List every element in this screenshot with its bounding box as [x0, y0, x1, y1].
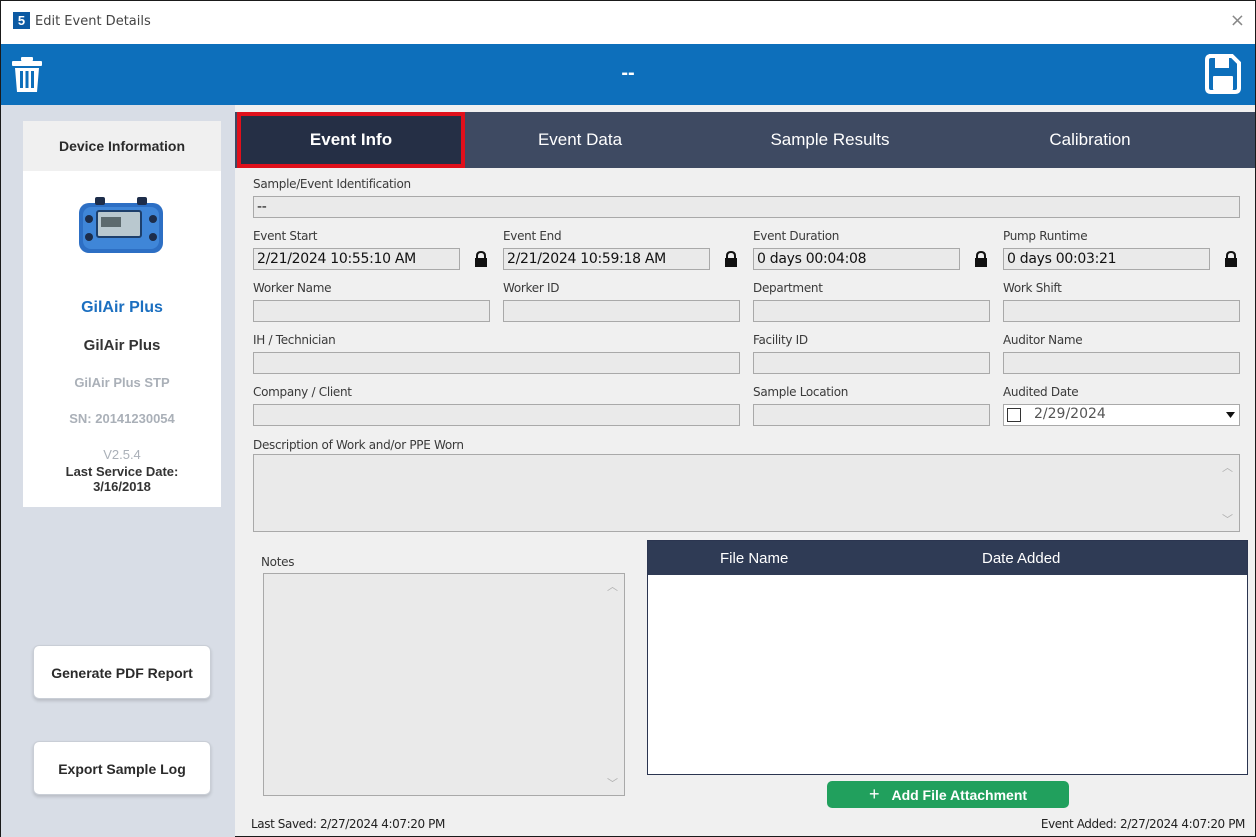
event-added: Event Added: 2/27/2024 4:07:20 PM	[1040, 817, 1245, 831]
file-table-header: File Name Date Added	[648, 541, 1247, 575]
dropdown-arrow-icon[interactable]	[1226, 412, 1235, 418]
audited-date-picker[interactable]: 2/29/2024	[1003, 404, 1240, 426]
worker-id-field[interactable]	[503, 300, 740, 322]
work-shift-label: Work Shift	[1003, 281, 1062, 295]
sample-id-field[interactable]: --	[253, 196, 1240, 218]
description-textarea[interactable]: ︿ ﹀	[253, 454, 1240, 532]
auditor-name-label: Auditor Name	[1003, 333, 1083, 347]
lock-icon[interactable]	[974, 251, 988, 267]
device-card: GilAir Plus GilAir Plus GilAir Plus STP …	[23, 171, 221, 507]
file-attachments-table: File Name Date Added	[647, 540, 1248, 775]
device-version: V2.5.4	[103, 447, 141, 462]
event-start-field[interactable]: 2/21/2024 10:55:10 AM	[253, 248, 460, 270]
device-info-heading: Device Information	[23, 121, 221, 171]
technician-field[interactable]	[253, 352, 740, 374]
pump-runtime-label: Pump Runtime	[1003, 229, 1088, 243]
event-duration-field[interactable]: 0 days 00:04:08	[753, 248, 960, 270]
device-panel: Device Information GilAir Plus GilAir Pl…	[1, 105, 235, 837]
notes-label: Notes	[261, 555, 295, 569]
auditor-name-field[interactable]	[1003, 352, 1240, 374]
worker-name-field[interactable]	[253, 300, 490, 322]
sample-id-label: Sample/Event Identification	[253, 177, 411, 191]
plus-icon: +	[868, 784, 880, 804]
facility-id-label: Facility ID	[753, 333, 808, 347]
edit-event-window: 5 Edit Event Details × -- Device Informa…	[0, 0, 1256, 837]
tab-event-data[interactable]: Event Data	[465, 112, 695, 168]
tab-calibration[interactable]: Calibration	[975, 112, 1205, 168]
company-label: Company / Client	[253, 385, 352, 399]
department-field[interactable]	[753, 300, 990, 322]
last-service-date: 3/16/2018	[93, 479, 151, 494]
worker-id-label: Worker ID	[503, 281, 560, 295]
company-field[interactable]	[253, 404, 740, 426]
title-bar: 5 Edit Event Details ×	[1, 1, 1255, 44]
add-file-label: Add File Attachment	[891, 787, 1028, 803]
facility-id-field[interactable]	[753, 352, 990, 374]
scroll-up-icon[interactable]: ︿	[607, 578, 618, 594]
window-title: Edit Event Details	[35, 14, 151, 29]
export-sample-log-button[interactable]: Export Sample Log	[33, 741, 211, 795]
lock-icon[interactable]	[724, 251, 738, 267]
event-title: --	[621, 62, 635, 84]
save-icon[interactable]	[1205, 54, 1241, 94]
event-start-label: Event Start	[253, 229, 318, 243]
scroll-down-icon[interactable]: ﹀	[1222, 511, 1233, 527]
scroll-down-icon[interactable]: ﹀	[607, 775, 618, 791]
tab-bar: Event Info Event Data Sample Results Cal…	[235, 112, 1255, 168]
device-image	[79, 197, 163, 253]
device-serial: SN: 20141230054	[69, 411, 175, 426]
event-end-label: Event End	[503, 229, 562, 243]
col-file-name[interactable]: File Name	[720, 550, 788, 567]
app-icon: 5	[13, 12, 30, 29]
audited-date-value: 2/29/2024	[1034, 406, 1106, 422]
close-icon[interactable]: ×	[1230, 10, 1245, 31]
device-model: GilAir Plus STP	[74, 375, 170, 390]
device-name-highlight: GilAir Plus	[81, 299, 163, 316]
notes-textarea[interactable]: ︿ ﹀	[263, 573, 625, 796]
tab-sample-results[interactable]: Sample Results	[715, 112, 945, 168]
tab-event-info[interactable]: Event Info	[237, 112, 465, 168]
lock-icon[interactable]	[474, 251, 488, 267]
last-saved: Last Saved: 2/27/2024 4:07:20 PM	[251, 817, 445, 831]
device-name: GilAir Plus	[83, 337, 161, 354]
technician-label: IH / Technician	[253, 333, 336, 347]
last-service: Last Service Date: 3/16/2018	[23, 464, 221, 494]
event-duration-label: Event Duration	[753, 229, 840, 243]
add-file-attachment-button[interactable]: + Add File Attachment	[827, 781, 1069, 808]
scroll-up-icon[interactable]: ︿	[1222, 459, 1233, 475]
lock-icon[interactable]	[1224, 251, 1238, 267]
col-date-added[interactable]: Date Added	[982, 550, 1060, 567]
header-bar: --	[1, 44, 1255, 105]
sample-location-label: Sample Location	[753, 385, 849, 399]
sample-location-field[interactable]	[753, 404, 990, 426]
last-service-label: Last Service Date:	[65, 464, 179, 479]
worker-name-label: Worker Name	[253, 281, 332, 295]
generate-pdf-button[interactable]: Generate PDF Report	[33, 645, 211, 699]
pump-runtime-field[interactable]: 0 days 00:03:21	[1003, 248, 1210, 270]
department-label: Department	[753, 281, 823, 295]
event-end-field[interactable]: 2/21/2024 10:59:18 AM	[503, 248, 710, 270]
audited-date-label: Audited Date	[1003, 385, 1079, 399]
audited-date-checkbox[interactable]	[1007, 408, 1021, 422]
description-label: Description of Work and/or PPE Worn	[253, 438, 464, 452]
work-shift-field[interactable]	[1003, 300, 1240, 322]
